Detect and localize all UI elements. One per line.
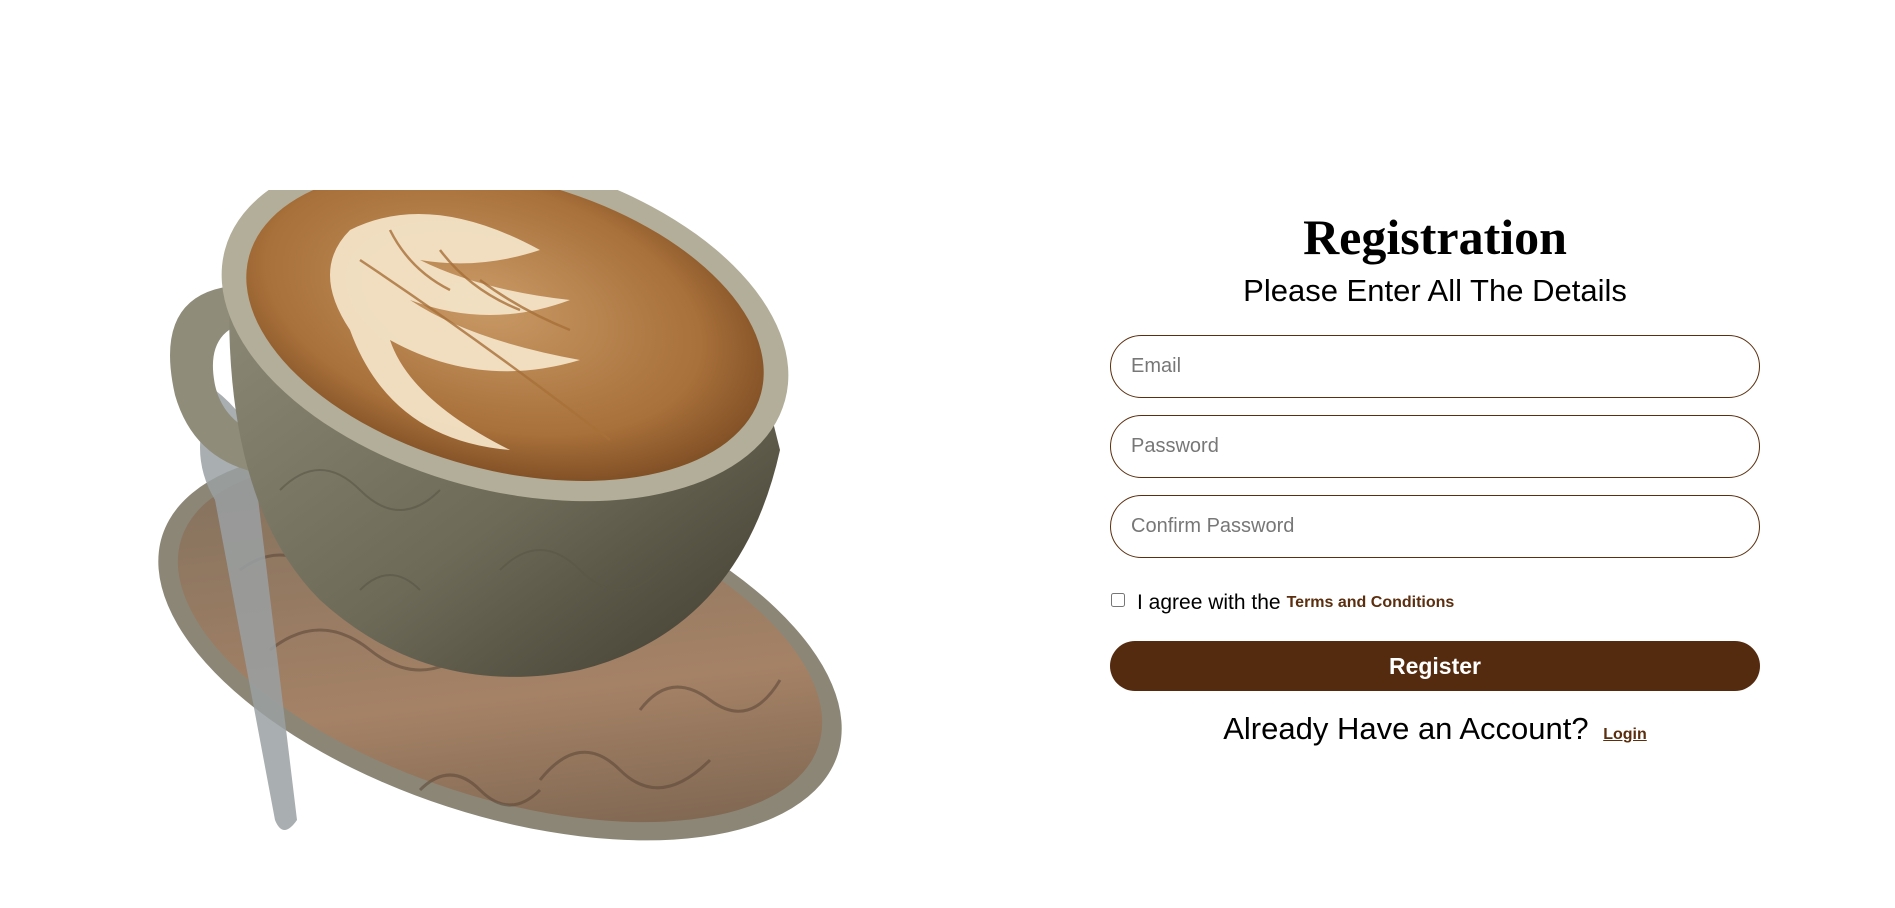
terms-link[interactable]: Terms and Conditions xyxy=(1287,594,1455,612)
agree-label: I agree with the xyxy=(1137,591,1281,614)
terms-agreement: I agree with the Terms and Conditions xyxy=(1110,588,1760,618)
password-field[interactable] xyxy=(1110,415,1760,478)
latte-cup-illustration xyxy=(158,190,842,841)
form-subtitle: Please Enter All The Details xyxy=(1243,273,1627,308)
page-title: Registration xyxy=(1303,209,1567,265)
login-link[interactable]: Login xyxy=(1603,726,1647,743)
confirm-password-field[interactable] xyxy=(1110,495,1760,558)
latte-cup-image xyxy=(120,190,880,870)
registration-page: Registration Please Enter All The Detail… xyxy=(0,0,1895,908)
terms-checkbox[interactable] xyxy=(1111,593,1125,607)
registration-form: Registration Please Enter All The Detail… xyxy=(1110,205,1760,747)
login-prompt-row: Already Have an Account? Login xyxy=(1110,711,1760,747)
login-prompt: Already Have an Account? xyxy=(1223,711,1589,746)
register-button[interactable]: Register xyxy=(1110,641,1760,691)
email-field[interactable] xyxy=(1110,335,1760,398)
